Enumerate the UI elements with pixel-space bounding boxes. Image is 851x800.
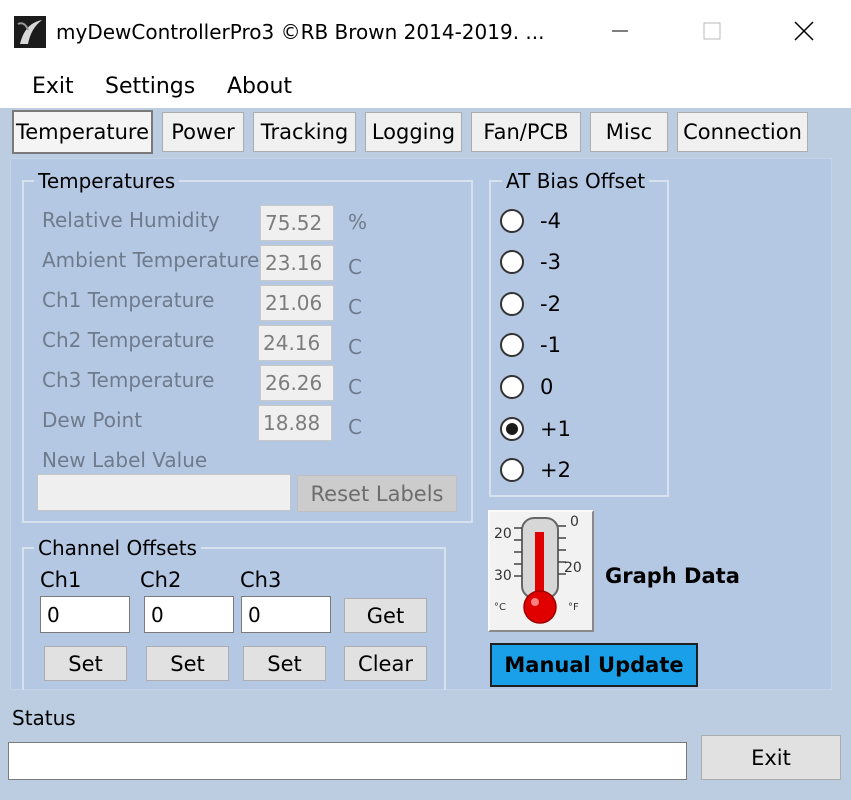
dew-point-unit: C: [348, 415, 362, 439]
app-icon: [14, 16, 46, 48]
bias-option-p1[interactable]: +1: [500, 414, 571, 444]
ch3-temperature-label: Ch3 Temperature: [42, 368, 215, 392]
window-title: myDewControllerPro3 ©RB Brown 2014-2019.…: [56, 20, 545, 44]
bias-option-0[interactable]: 0: [500, 372, 553, 402]
manual-update-button[interactable]: Manual Update: [490, 643, 698, 687]
tab-tracking[interactable]: Tracking: [253, 112, 356, 152]
ch2-temperature-label: Ch2 Temperature: [42, 328, 215, 352]
bias-option-m1[interactable]: -1: [500, 330, 561, 360]
menu-about[interactable]: About: [227, 70, 292, 103]
ambient-temperature-value: 23.16: [260, 245, 334, 281]
svg-text:°F: °F: [568, 602, 579, 613]
ambient-temperature-label: Ambient Temperature: [42, 248, 260, 272]
menu-settings[interactable]: Settings: [105, 70, 195, 103]
set-ch2-button[interactable]: Set: [146, 646, 229, 681]
ch3-temperature-unit: C: [348, 375, 362, 399]
close-icon: [794, 21, 814, 41]
relative-humidity-value: 75.52: [260, 205, 334, 241]
dew-point-value: 18.88: [258, 405, 332, 441]
minimize-icon: [612, 30, 628, 32]
set-ch1-button[interactable]: Set: [44, 646, 127, 681]
tab-misc[interactable]: Misc: [590, 112, 668, 152]
radio-button: [500, 375, 524, 399]
get-offsets-button[interactable]: Get: [344, 598, 427, 633]
thermometer-icon: 20 30 °C 0 20 °F: [490, 512, 592, 630]
ch3-offset-input[interactable]: 0: [241, 596, 331, 633]
ambient-temperature-unit: C: [348, 255, 362, 279]
ch3-temperature-value: 26.26: [260, 365, 334, 401]
ch2-temperature-unit: C: [348, 335, 362, 359]
radio-button: [500, 250, 524, 274]
svg-text:0: 0: [570, 514, 579, 530]
ch2-offset-input[interactable]: 0: [144, 596, 234, 633]
close-button[interactable]: [758, 0, 850, 62]
new-label-value-input[interactable]: [37, 474, 291, 511]
relative-humidity-unit: %: [348, 210, 368, 234]
radio-button: [500, 333, 524, 357]
reset-labels-button[interactable]: Reset Labels: [297, 475, 457, 512]
svg-text:30: 30: [494, 568, 512, 584]
radio-button: [500, 209, 524, 233]
ch1-temperature-value: 21.06: [260, 285, 334, 321]
tab-logging[interactable]: Logging: [365, 112, 462, 152]
tab-temperature[interactable]: Temperature: [12, 110, 153, 154]
status-label: Status: [12, 706, 76, 730]
bias-option-p2[interactable]: +2: [500, 455, 571, 485]
set-ch3-button[interactable]: Set: [243, 646, 326, 681]
maximize-button: [666, 0, 758, 62]
relative-humidity-label: Relative Humidity: [42, 208, 220, 232]
bias-option-m3[interactable]: -3: [500, 247, 561, 277]
clear-offsets-button[interactable]: Clear: [344, 646, 427, 681]
svg-text:°C: °C: [494, 602, 506, 613]
dew-point-label: Dew Point: [42, 408, 143, 432]
radio-button-selected: [500, 417, 524, 441]
tab-fan-pcb[interactable]: Fan/PCB: [471, 112, 581, 152]
ch3-offset-label: Ch3: [240, 568, 282, 592]
ch1-offset-input[interactable]: 0: [40, 596, 130, 633]
svg-text:20: 20: [494, 526, 512, 542]
ch2-temperature-value: 24.16: [258, 325, 332, 361]
svg-text:20: 20: [564, 560, 582, 576]
maximize-icon: [703, 22, 721, 40]
status-field: [8, 742, 687, 780]
at-bias-offset-title: AT Bias Offset: [502, 169, 650, 193]
channel-offsets-title: Channel Offsets: [34, 536, 201, 560]
bias-option-m4[interactable]: -4: [500, 206, 561, 236]
ch1-offset-label: Ch1: [40, 568, 82, 592]
graph-data-label: Graph Data: [605, 564, 740, 588]
temperatures-group-title: Temperatures: [34, 169, 180, 193]
graph-data-button[interactable]: 20 30 °C 0 20 °F: [488, 510, 594, 632]
radio-button: [500, 458, 524, 482]
tab-connection[interactable]: Connection: [677, 112, 808, 152]
tab-power[interactable]: Power: [162, 112, 244, 152]
minimize-button[interactable]: [574, 0, 666, 62]
ch1-temperature-unit: C: [348, 295, 362, 319]
new-label-value-label: New Label Value: [42, 448, 208, 472]
radio-selected-dot: [506, 423, 518, 435]
menu-exit[interactable]: Exit: [32, 70, 74, 103]
radio-button: [500, 292, 524, 316]
exit-button[interactable]: Exit: [701, 735, 841, 780]
ch2-offset-label: Ch2: [140, 568, 182, 592]
bias-option-m2[interactable]: -2: [500, 289, 561, 319]
ch1-temperature-label: Ch1 Temperature: [42, 288, 215, 312]
